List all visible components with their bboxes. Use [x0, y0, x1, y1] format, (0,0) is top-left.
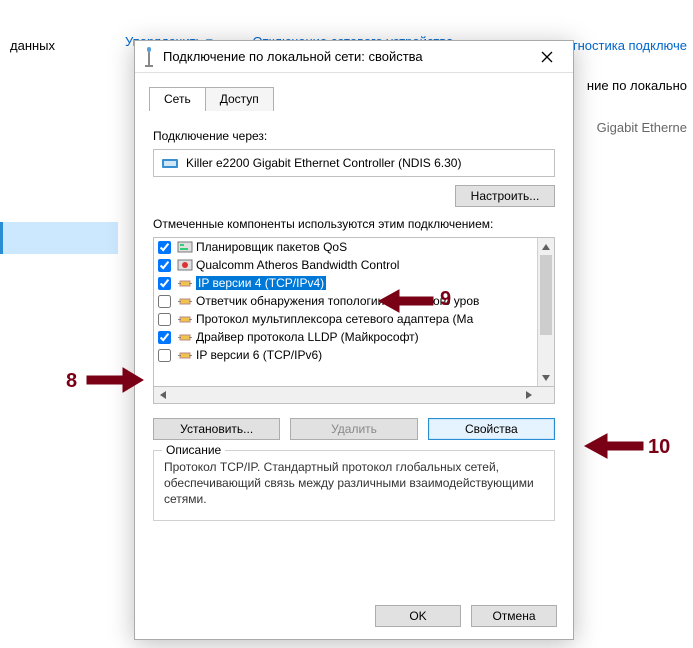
tabstrip: Сеть Доступ [149, 87, 573, 111]
bg-left-text: данных [10, 38, 55, 53]
scrollbar-vertical[interactable] [537, 238, 554, 386]
nic-icon [162, 156, 178, 170]
tab-network[interactable]: Сеть [149, 87, 206, 111]
protocol-icon [177, 239, 193, 255]
item-label: Протокол мультиплексора сетевого адаптер… [196, 312, 473, 326]
description-title: Описание [162, 443, 225, 457]
item-checkbox[interactable] [158, 331, 171, 344]
list-item[interactable]: Ответчик обнаружения топологии канальног… [154, 292, 537, 310]
annotation-10: 10 [648, 436, 670, 459]
arrow-10-icon [583, 432, 645, 464]
item-checkbox[interactable] [158, 277, 171, 290]
close-icon [541, 51, 553, 63]
scroll-right-icon[interactable] [520, 387, 537, 403]
scrollbar-horizontal[interactable] [153, 387, 555, 404]
list-item[interactable]: Qualcomm Atheros Bandwidth Control [154, 256, 537, 274]
item-checkbox[interactable] [158, 349, 171, 362]
description-text: Протокол TCP/IP. Стандартный протокол гл… [164, 459, 544, 508]
adapter-name: Killer e2200 Gigabit Ethernet Controller… [186, 156, 461, 170]
scrollbar-thumb[interactable] [540, 255, 552, 335]
connection-via-label: Подключение через: [153, 129, 555, 143]
remove-button: Удалить [290, 418, 417, 440]
bg-sidebar-selection [0, 222, 118, 254]
adapter-box[interactable]: Killer e2200 Gigabit Ethernet Controller… [153, 149, 555, 177]
close-button[interactable] [527, 42, 567, 72]
components-listbox[interactable]: Планировщик пакетов QoS Qualcomm Atheros … [153, 237, 555, 387]
list-item[interactable]: Протокол мультиплексора сетевого адаптер… [154, 310, 537, 328]
description-group: Описание Протокол TCP/IP. Стандартный пр… [153, 450, 555, 521]
item-label: Ответчик обнаружения топологии канальног… [196, 294, 479, 308]
scroll-up-icon[interactable] [538, 238, 554, 255]
install-button[interactable]: Установить... [153, 418, 280, 440]
protocol-icon [177, 257, 193, 273]
item-label: Драйвер протокола LLDP (Майкрософт) [196, 330, 419, 344]
protocol-icon [177, 347, 193, 363]
bg-conn-name-cut: ние по локально [587, 78, 687, 93]
ok-button[interactable]: OK [375, 605, 461, 627]
item-label: IP версии 4 (TCP/IPv4) [196, 276, 326, 290]
item-checkbox[interactable] [158, 295, 171, 308]
list-item[interactable]: Драйвер протокола LLDP (Майкрософт) [154, 328, 537, 346]
dialog-content: Подключение через: Killer e2200 Gigabit … [135, 111, 573, 531]
protocol-icon [177, 329, 193, 345]
dialog-title: Подключение по локальной сети: свойства [163, 49, 527, 64]
protocol-icon [177, 311, 193, 327]
bg-adapter-cut: Gigabit Etherne [597, 120, 687, 135]
protocol-icon [177, 293, 193, 309]
network-icon [141, 46, 157, 68]
list-item[interactable]: IP версии 6 (TCP/IPv6) [154, 346, 537, 364]
annotation-9: 9 [440, 288, 451, 311]
titlebar: Подключение по локальной сети: свойства [135, 41, 573, 73]
annotation-8: 8 [66, 370, 77, 393]
scroll-left-icon[interactable] [154, 387, 171, 403]
list-item[interactable]: Планировщик пакетов QoS [154, 238, 537, 256]
properties-dialog: Подключение по локальной сети: свойства … [134, 40, 574, 640]
item-label: Qualcomm Atheros Bandwidth Control [196, 258, 399, 272]
configure-button[interactable]: Настроить... [455, 185, 555, 207]
protocol-icon [177, 275, 193, 291]
item-label: Планировщик пакетов QoS [196, 240, 347, 254]
item-checkbox[interactable] [158, 259, 171, 272]
components-label: Отмеченные компоненты используются этим … [153, 217, 555, 231]
item-checkbox[interactable] [158, 313, 171, 326]
list-item[interactable]: IP версии 4 (TCP/IPv4) [154, 274, 537, 292]
item-checkbox[interactable] [158, 241, 171, 254]
tab-access[interactable]: Доступ [205, 87, 274, 111]
scroll-down-icon[interactable] [538, 369, 554, 386]
properties-button[interactable]: Свойства [428, 418, 555, 440]
cancel-button[interactable]: Отмена [471, 605, 557, 627]
item-label: IP версии 6 (TCP/IPv6) [196, 348, 322, 362]
